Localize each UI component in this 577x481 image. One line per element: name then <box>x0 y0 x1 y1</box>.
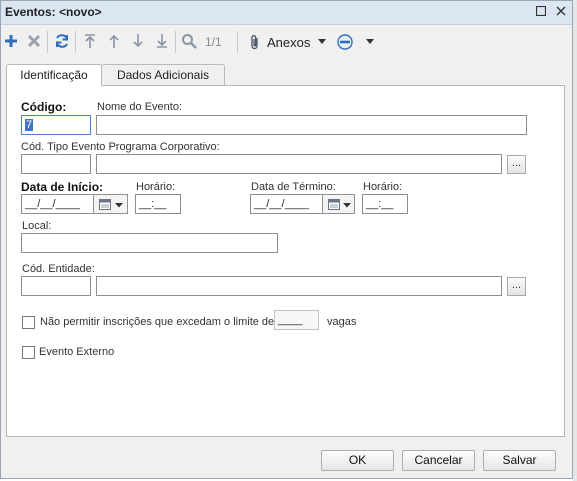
local-field[interactable] <box>21 233 278 253</box>
record-counter: 1/1 <box>205 35 222 49</box>
tipo-evento-description-field[interactable] <box>96 154 502 174</box>
entidade-description-field[interactable] <box>96 276 502 296</box>
codigo-value: 7 <box>25 119 34 131</box>
toolbar-separator <box>237 31 238 53</box>
limite-vagas-field[interactable]: ____ <box>274 310 319 330</box>
toolbar-separator <box>175 31 176 53</box>
maximize-icon[interactable] <box>533 3 549 19</box>
horario-inicio-field[interactable]: __:__ <box>135 194 181 214</box>
window-title: Eventos: <novo> <box>5 5 102 19</box>
horario-termino-label: Horário: <box>363 181 403 193</box>
cancel-button[interactable]: Cancelar <box>402 450 475 471</box>
calendar-icon <box>328 199 340 210</box>
tipo-evento-lookup-button[interactable]: ... <box>507 155 526 174</box>
refresh-icon[interactable] <box>52 31 72 51</box>
data-termino-calendar-button[interactable] <box>322 194 355 214</box>
plus-icon[interactable] <box>1 31 21 51</box>
data-inicio-label: Data de Início: <box>21 180 104 194</box>
calendar-icon <box>99 199 111 210</box>
attachments-button[interactable]: Anexos <box>246 32 330 52</box>
cod-entidade-field[interactable] <box>21 276 91 296</box>
evento-externo-label: Evento Externo <box>39 346 115 358</box>
evento-externo-checkbox[interactable] <box>22 346 35 359</box>
magnifier-icon[interactable] <box>179 31 199 51</box>
vagas-label: vagas <box>327 316 357 328</box>
tab-dados-adicionais[interactable]: Dados Adicionais <box>101 64 225 85</box>
attachments-label: Anexos <box>267 35 311 50</box>
status-icon <box>337 34 353 50</box>
nome-evento-field[interactable] <box>96 115 527 135</box>
cod-tipo-evento-label: Cód. Tipo Evento Programa Corporativo: <box>21 141 220 153</box>
arrow-up-icon[interactable] <box>104 31 124 51</box>
entidade-lookup-button[interactable]: ... <box>507 277 526 296</box>
close-icon[interactable] <box>553 3 569 19</box>
tab-panel <box>6 85 565 437</box>
data-termino-field[interactable]: __/__/____ <box>250 194 323 214</box>
x-icon[interactable] <box>24 31 44 51</box>
local-label: Local: <box>22 220 52 232</box>
limite-vagas-label: Não permitir inscrições que excedam o li… <box>40 316 275 328</box>
nome-evento-label: Nome do Evento: <box>97 101 182 113</box>
tab-identificacao[interactable]: Identificação <box>6 64 102 86</box>
data-inicio-field[interactable]: __/__/____ <box>21 194 94 214</box>
cod-tipo-evento-field[interactable] <box>21 154 91 174</box>
save-button[interactable]: Salvar <box>483 450 556 471</box>
horario-inicio-label: Horário: <box>136 181 176 193</box>
chevron-down-icon <box>343 203 351 208</box>
ok-button[interactable]: OK <box>321 450 394 471</box>
horario-termino-field[interactable]: __:__ <box>362 194 408 214</box>
cod-entidade-label: Cód. Entidade: <box>22 263 95 275</box>
toolbar-separator <box>75 31 76 53</box>
limite-vagas-checkbox[interactable] <box>22 316 35 329</box>
arrow-down-icon[interactable] <box>128 31 148 51</box>
background-window-edge <box>573 0 577 481</box>
codigo-field[interactable]: 7 <box>21 115 91 135</box>
data-inicio-calendar-button[interactable] <box>93 194 128 214</box>
arrow-first-icon[interactable] <box>80 31 100 51</box>
toolbar-separator <box>47 31 48 53</box>
data-termino-label: Data de Término: <box>251 181 336 193</box>
status-menu-button[interactable] <box>336 32 378 52</box>
arrow-last-icon[interactable] <box>152 31 172 51</box>
chevron-down-icon <box>318 39 326 44</box>
chevron-down-icon <box>115 203 123 208</box>
codigo-label: Código: <box>21 100 67 114</box>
chevron-down-icon <box>366 39 374 44</box>
